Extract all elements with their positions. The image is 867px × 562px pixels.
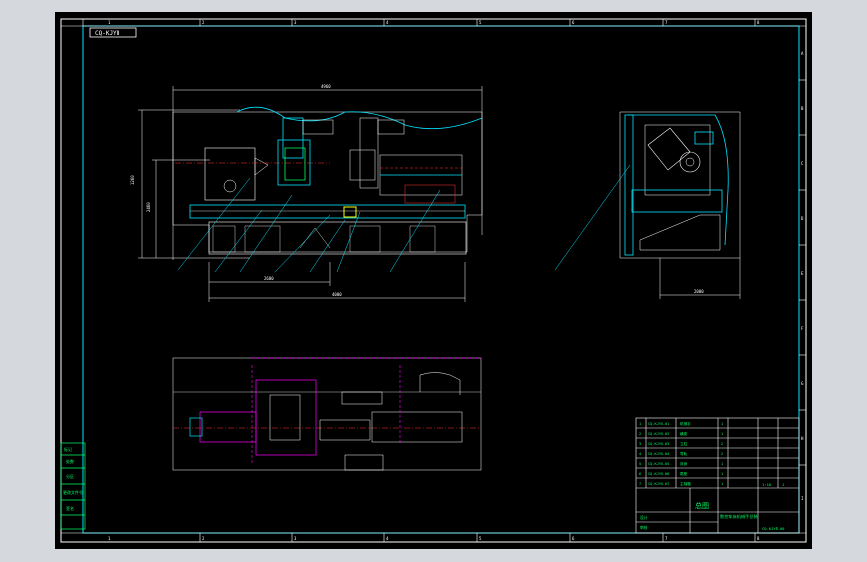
drawing-canvas: 1 2 3 4 5 6 7 8 1 2 3 4 5 6 7 8 A B C D … bbox=[55, 12, 812, 549]
model-space bbox=[55, 12, 812, 549]
part-no: 3 bbox=[639, 442, 641, 446]
product-name: 数控车床机械手总装 bbox=[720, 513, 759, 520]
check-label: 审核 bbox=[640, 525, 648, 530]
part-name: 立柱 bbox=[680, 441, 688, 446]
drawing-number: CQ-KJYⅡ-00 bbox=[762, 526, 785, 531]
dim-front-inner-height: 2460 bbox=[146, 202, 151, 212]
part-qty: 2 bbox=[721, 452, 723, 456]
part-qty: 1 bbox=[721, 432, 723, 436]
dim-front-bottom-1: 2600 bbox=[264, 276, 274, 281]
part-no: 6 bbox=[639, 472, 641, 476]
dim-front-top: 4960 bbox=[321, 84, 331, 89]
dim-front-bottom-2: 4000 bbox=[332, 292, 342, 297]
part-code: CQ-KJYⅡ-05 bbox=[648, 462, 669, 466]
part-code: CQ-KJYⅡ-04 bbox=[648, 452, 669, 456]
part-name: 机械手 bbox=[680, 421, 691, 426]
part-qty: 1 bbox=[721, 482, 723, 486]
part-no: 7 bbox=[639, 482, 641, 486]
part-name: 尾座 bbox=[680, 471, 688, 476]
part-name: 横梁 bbox=[680, 431, 688, 436]
part-qty: 1 bbox=[721, 462, 723, 466]
dim-front-height: 1260 bbox=[130, 175, 135, 185]
part-code: CQ-KJYⅡ-07 bbox=[648, 482, 669, 486]
part-code: CQ-KJYⅡ-01 bbox=[648, 422, 669, 426]
part-qty: 1 bbox=[721, 472, 723, 476]
revision-label: 处数 bbox=[66, 458, 74, 464]
designer-label: 设计 bbox=[640, 515, 648, 520]
part-name: 主轴箱 bbox=[680, 481, 691, 486]
part-code: CQ-KJYⅡ-06 bbox=[648, 472, 669, 476]
revision-label: 标记 bbox=[64, 446, 72, 452]
revision-label: 签名 bbox=[66, 505, 74, 511]
revision-label: 分区 bbox=[66, 473, 74, 479]
part-no: 1 bbox=[639, 422, 641, 426]
part-name: 导轨 bbox=[680, 451, 688, 456]
part-no: 4 bbox=[639, 452, 641, 456]
part-code: CQ-KJYⅡ-02 bbox=[648, 432, 669, 436]
drawing-code: CQ-KJYⅡ bbox=[95, 30, 120, 37]
part-no: 2 bbox=[639, 432, 641, 436]
dim-side-bottom: 2000 bbox=[694, 289, 704, 294]
revision-label: 更改文件号 bbox=[63, 489, 83, 495]
part-no: 5 bbox=[639, 462, 641, 466]
cad-viewport[interactable]: 1 2 3 4 5 6 7 8 1 2 3 4 5 6 7 8 A B C D … bbox=[0, 0, 867, 562]
part-qty: 2 bbox=[721, 442, 723, 446]
part-name: 床身 bbox=[680, 461, 688, 466]
scale-value: 1:10 bbox=[762, 482, 772, 487]
drawing-title: 总图 bbox=[695, 501, 709, 510]
part-code: CQ-KJYⅡ-03 bbox=[648, 442, 669, 446]
part-qty: 1 bbox=[721, 422, 723, 426]
